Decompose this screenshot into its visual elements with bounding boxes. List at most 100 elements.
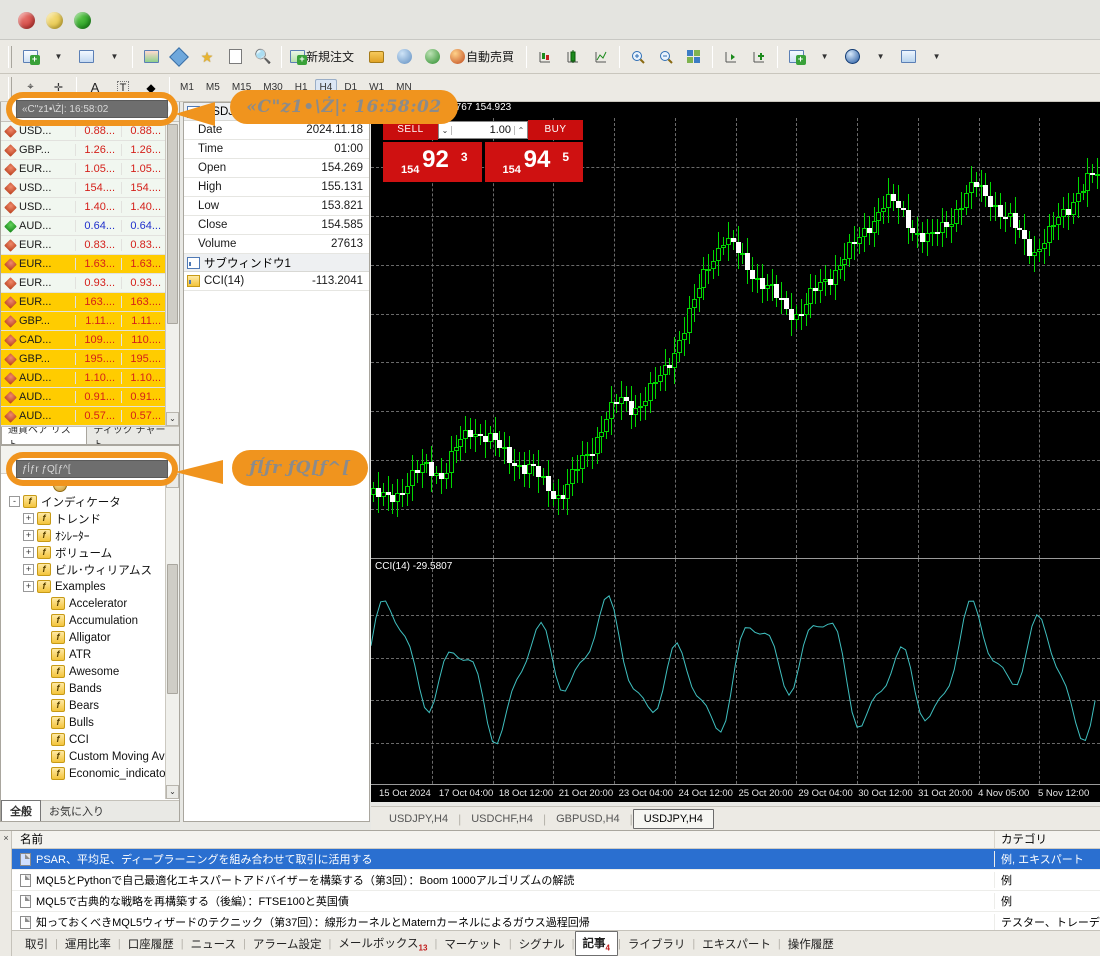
scrollbar-thumb[interactable] [167,124,178,324]
expand-icon[interactable]: + [23,513,34,524]
chevron-down-icon-2[interactable]: ▼ [101,44,127,70]
one-click-trading-panel[interactable]: SELL ⌄ 1.00 ⌃ BUY 154 92 3 154 94 5 [383,120,583,182]
cci-subwindow[interactable]: CCI(14) -29.5807 [371,559,1100,794]
close-icon[interactable]: × [1,833,11,843]
navigator-item-ｵｼﾚｰﾀｰ[interactable]: + f ｵｼﾚｰﾀｰ [1,527,165,544]
column-header-category[interactable]: カテゴリ [995,831,1100,848]
nav-scroll-down-arrow-icon[interactable]: ⌄ [166,785,179,799]
navigator-item-bands[interactable]: f Bands [1,680,165,697]
chevron-down-icon-4[interactable]: ▼ [867,44,893,70]
chart-template-icon[interactable] [138,44,164,70]
navigator-item-cci[interactable]: f CCI [1,731,165,748]
line-chart-icon[interactable] [588,44,614,70]
table-row[interactable]: 知っておくべきMQL5ウィザードのテクニック（第37回）：線形カーネルとMate… [12,912,1100,931]
terminal-tab-5[interactable]: メールボックス13 [331,932,434,955]
algo-trading-icon[interactable] [363,44,389,70]
market-watch-row[interactable]: GBP... 195.... 195.... [1,350,167,369]
navigator-item-accelerator[interactable]: f Accelerator [1,595,165,612]
expand-icon[interactable]: + [23,581,34,592]
data-window-icon[interactable] [222,44,248,70]
expand-icon[interactable]: + [23,530,34,541]
terminal-tab-9[interactable]: ライブラリ [621,933,693,955]
zoom-in-icon[interactable] [625,44,651,70]
navigator-item-インディケータ[interactable]: - f インディケータ [1,493,165,510]
auto-scroll-icon[interactable] [746,44,772,70]
navigator-item-accumulation[interactable]: f Accumulation [1,612,165,629]
terminal-tab-2[interactable]: 口座履歴 [121,933,181,955]
market-watch-row[interactable]: EUR... 0.83... 0.83... [1,236,167,255]
close-window-button[interactable] [18,12,35,29]
chart-tab-2[interactable]: GBPUSD,H4 [546,810,630,828]
market-watch-tab-ticks[interactable]: ティック チャート [87,427,179,444]
autotrading-button[interactable]: 自動売買 [447,44,521,70]
navigator-item-custom-moving-av[interactable]: f Custom Moving Av [1,748,165,765]
terminal-tab-4[interactable]: アラーム設定 [246,933,329,955]
volume-increase-icon[interactable]: ⌃ [514,125,527,135]
market-watch-scrollbar[interactable]: ⌄ [165,122,179,444]
volume-decrease-icon[interactable]: ⌄ [439,125,452,135]
buy-price-button[interactable]: 154 94 5 [484,142,583,182]
navigator-item-bulls[interactable]: f Bulls [1,714,165,731]
navigator-item-atr[interactable]: f ATR [1,646,165,663]
indicators-icon[interactable]: + [783,44,809,70]
new-order-button[interactable]: + 新規注文 [287,44,361,70]
terminal-tab-7[interactable]: シグナル [512,933,572,955]
navigator-item-ボリューム[interactable]: + f ボリューム [1,544,165,561]
chevron-down-icon-3[interactable]: ▼ [811,44,837,70]
minimize-window-button[interactable] [46,12,63,29]
market-watch-row[interactable]: AUD... 0.91... 0.91... [1,388,167,407]
navigator-tab-all[interactable]: 全般 [1,800,41,821]
terminal-tab-6[interactable]: マーケット [437,933,509,955]
nav-scrollbar-thumb[interactable] [167,564,178,694]
strategy-tester-icon[interactable] [391,44,417,70]
expand-icon[interactable]: + [23,564,34,575]
navigator-icon[interactable]: 🔍 [250,44,276,70]
chart-tab-1[interactable]: USDCHF,H4 [461,810,543,828]
chevron-down-icon[interactable]: ▼ [45,44,71,70]
volume-stepper[interactable]: ⌄ 1.00 ⌃ [438,121,528,139]
chart-tab-3[interactable]: USDJPY,H4 [632,808,714,829]
timeframe-button-m5[interactable]: M5 [201,79,225,96]
favorites-icon[interactable]: ★ [194,44,220,70]
market-watch-row[interactable]: USD... 154.... 154.... [1,179,167,198]
navigator-search-input[interactable]: ƒĺƒr ƒQ[ƒ^[ [16,460,168,478]
market-watch-row[interactable]: EUR... 1.05... 1.05... [1,160,167,179]
navigator-item-bears[interactable]: f Bears [1,697,165,714]
table-row[interactable]: MQL5とPythonで自己最適化エキスパートアドバイザーを構築する（第3回）：… [12,870,1100,891]
terminal-tab-10[interactable]: エキスパート [695,933,778,955]
navigator-item-alligator[interactable]: f Alligator [1,629,165,646]
collapse-icon[interactable]: - [9,496,20,507]
period-icon[interactable] [839,44,865,70]
navigator-scrollbar[interactable]: ⌃ ⌄ [165,474,179,799]
market-watch-row[interactable]: EUR... 1.63... 1.63... [1,255,167,274]
price-pane[interactable] [371,118,1100,558]
candlestick-icon[interactable] [560,44,586,70]
crosshair-icon[interactable] [166,44,192,70]
market-watch-row[interactable]: EUR... 0.93... 0.93... [1,274,167,293]
maximize-window-button[interactable] [74,12,91,29]
market-watch-tab-symbols[interactable]: 通貨ペア リスト [1,427,88,444]
market-watch-row[interactable]: GBP... 1.26... 1.26... [1,141,167,160]
bar-chart-icon[interactable] [532,44,558,70]
terminal-tab-1[interactable]: 運用比率 [58,933,118,955]
terminal-tab-11[interactable]: 操作履歴 [781,933,841,955]
toolbar-grip[interactable] [8,45,12,68]
market-watch-row[interactable]: CAD... 109.... 110.... [1,331,167,350]
chart-tab-0[interactable]: USDJPY,H4 [379,810,458,828]
terminal-tab-8[interactable]: 記事4 [574,930,618,956]
signals-icon[interactable] [419,44,445,70]
navigator-item-awesome[interactable]: f Awesome [1,663,165,680]
timeframe-button-m1[interactable]: M1 [175,79,199,96]
market-watch-row[interactable]: AUD... 0.57... 0.57... [1,407,167,426]
expand-icon[interactable]: + [23,547,34,558]
market-watch-row[interactable]: USD... 1.40... 1.40... [1,198,167,217]
chart-profile-icon[interactable] [73,44,99,70]
market-watch-row[interactable]: EUR... 163.... 163.... [1,293,167,312]
new-chart-icon[interactable]: + [17,44,43,70]
column-header-name[interactable]: 名前 [12,831,995,848]
volume-value[interactable]: 1.00 [452,124,514,136]
market-watch-row[interactable]: AUD... 0.64... 0.64... [1,217,167,236]
chevron-down-icon-5[interactable]: ▼ [923,44,949,70]
navigator-item-トレンド[interactable]: + f トレンド [1,510,165,527]
price-chart[interactable]: 767, 155.348 154.767 154.923 CCI(14) -29… [371,102,1100,802]
